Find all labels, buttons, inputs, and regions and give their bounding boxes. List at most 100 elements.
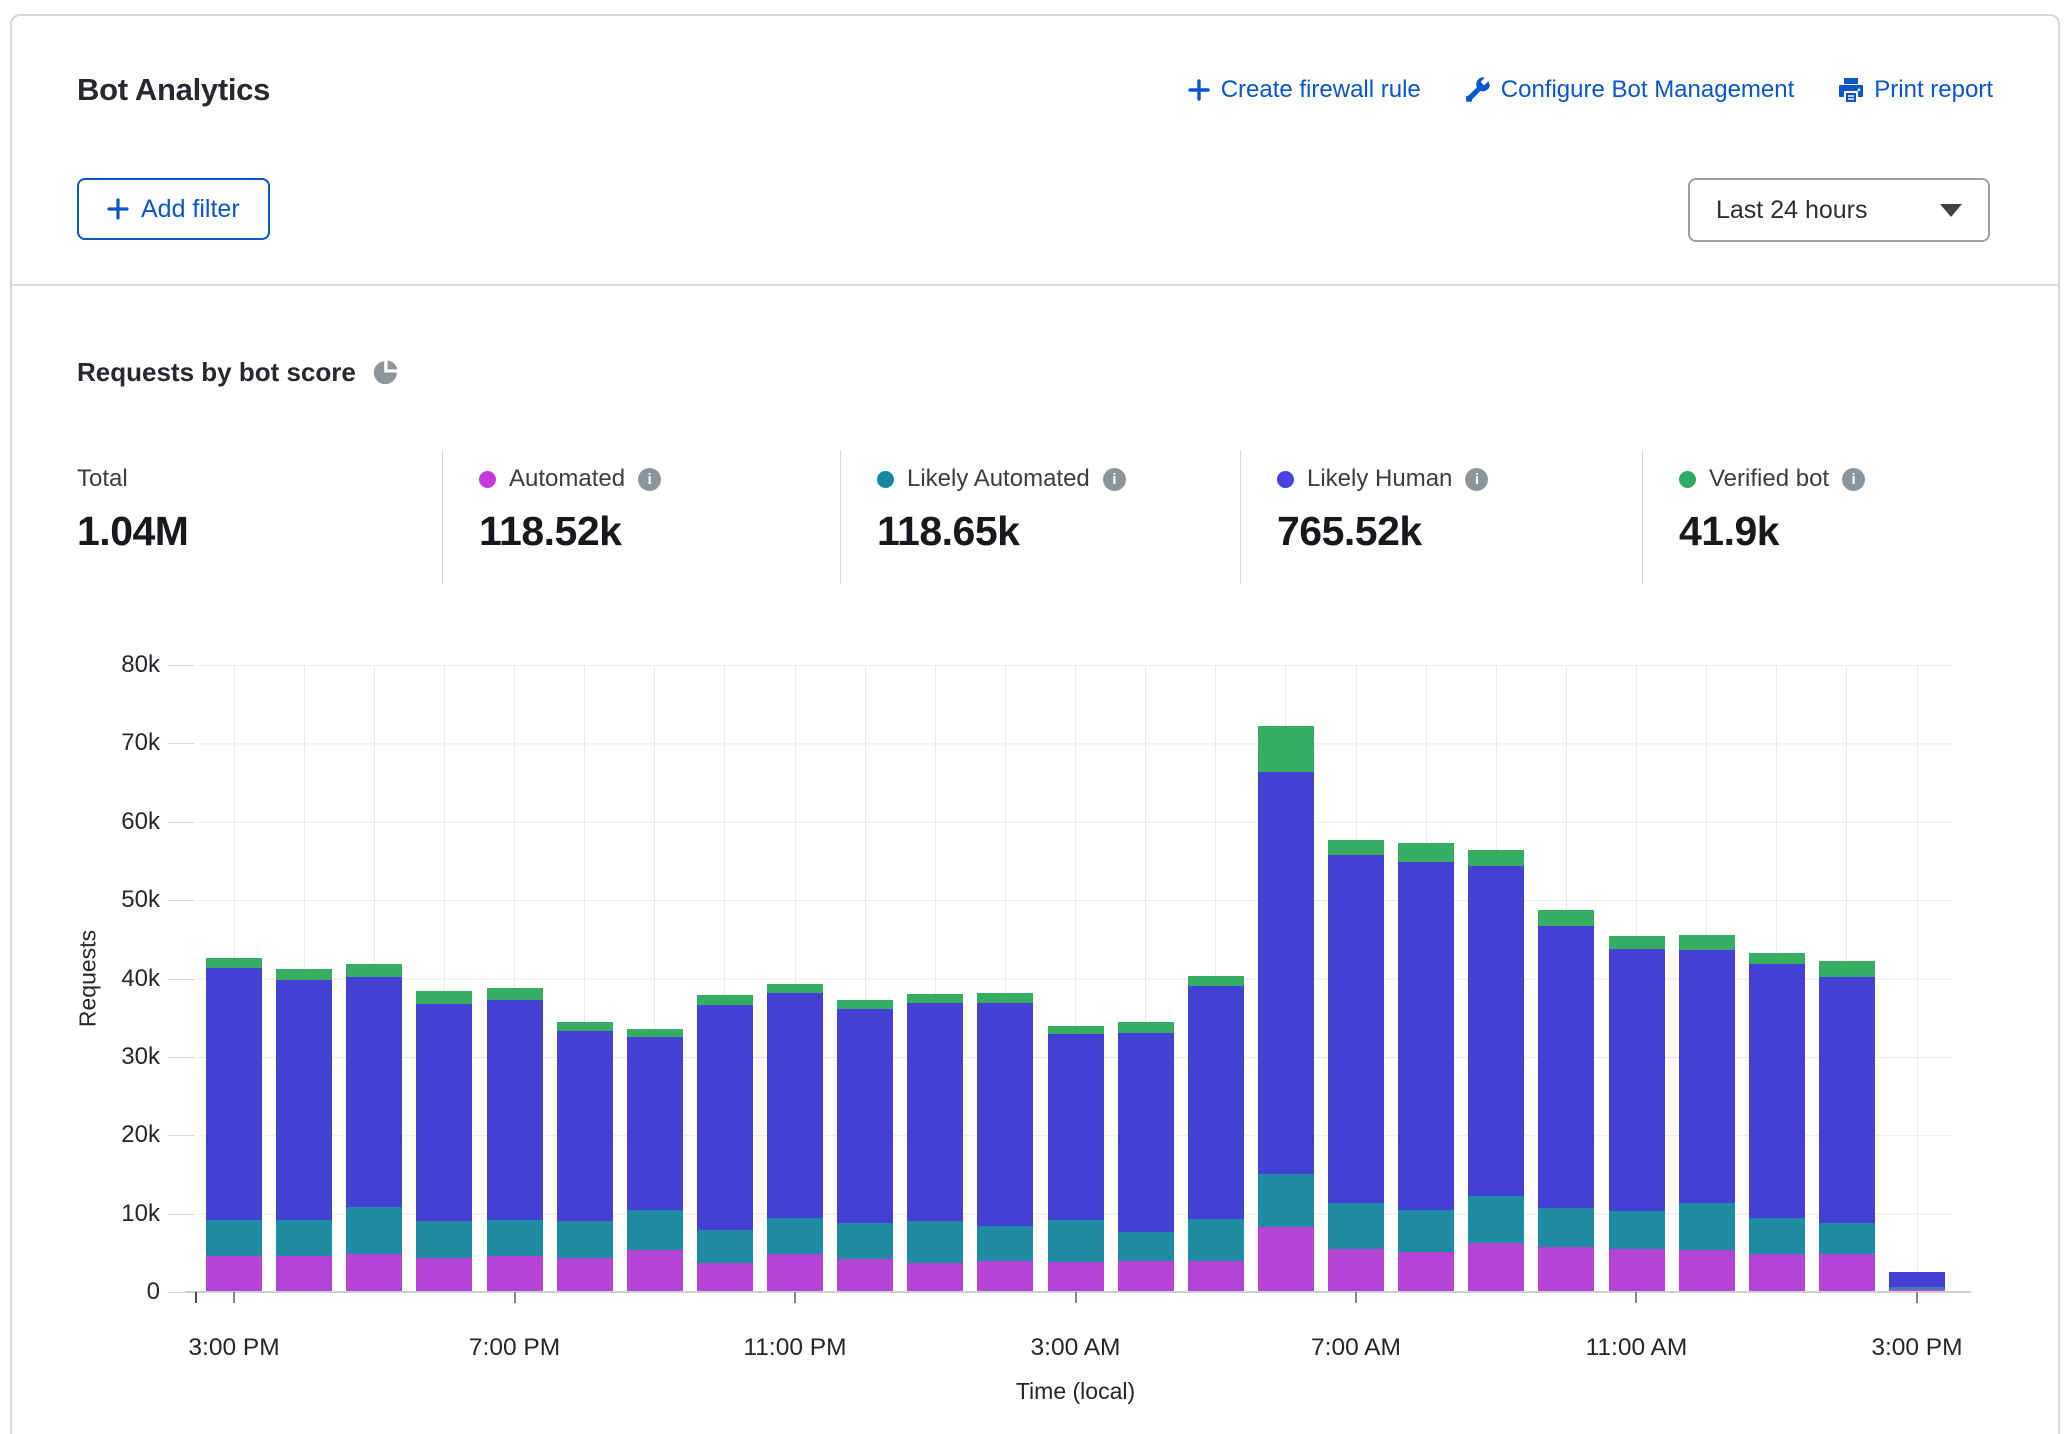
- requests-by-bot-score-chart: [199, 665, 1952, 1292]
- printer-icon: [1838, 77, 1864, 103]
- info-icon[interactable]: i: [1103, 468, 1126, 491]
- segment-likely-automated: [206, 1220, 262, 1256]
- stacked-bar-24[interactable]: [1889, 1272, 1945, 1292]
- stacked-bar-2[interactable]: [346, 964, 402, 1292]
- segment-likely-human: [837, 1009, 893, 1223]
- chevron-down-icon: [1940, 204, 1962, 217]
- stacked-bar-21[interactable]: [1679, 935, 1735, 1292]
- stacked-bar-6[interactable]: [627, 1029, 683, 1292]
- stacked-bar-7[interactable]: [697, 995, 753, 1292]
- segment-likely-automated: [416, 1221, 472, 1258]
- segment-verified-bot: [1188, 976, 1244, 986]
- action-create-firewall-rule[interactable]: Create firewall rule: [1187, 76, 1421, 104]
- stacked-bar-4[interactable]: [487, 988, 543, 1292]
- segment-automated: [1749, 1254, 1805, 1292]
- segment-automated: [276, 1256, 332, 1292]
- x-tick-label: 11:00 AM: [1586, 1334, 1688, 1362]
- segment-verified-bot: [697, 995, 753, 1005]
- segment-verified-bot: [1398, 843, 1454, 862]
- stacked-bar-13[interactable]: [1118, 1022, 1174, 1292]
- segment-automated: [206, 1256, 262, 1292]
- bar-column-9: [830, 665, 900, 1292]
- stacked-bar-16[interactable]: [1328, 840, 1384, 1292]
- segment-automated: [837, 1259, 893, 1292]
- segment-automated: [1679, 1250, 1735, 1292]
- info-icon[interactable]: i: [638, 468, 661, 491]
- bar-column-1: [269, 665, 339, 1292]
- segment-automated: [1118, 1261, 1174, 1292]
- bot-analytics-card: Bot Analytics Create firewall ruleConfig…: [10, 14, 2060, 1434]
- plus-icon: [1187, 78, 1211, 102]
- segment-likely-automated: [1749, 1218, 1805, 1253]
- bar-column-3: [409, 665, 479, 1292]
- segment-automated: [697, 1263, 753, 1292]
- stacked-bar-14[interactable]: [1188, 976, 1244, 1292]
- action-print-report[interactable]: Print report: [1838, 76, 1993, 104]
- wrench-icon: [1465, 77, 1491, 103]
- bar-column-11: [970, 665, 1040, 1292]
- segment-likely-human: [1679, 950, 1735, 1203]
- action-label: Print report: [1874, 76, 1993, 104]
- segment-verified-bot: [1819, 961, 1875, 977]
- stacked-bar-3[interactable]: [416, 991, 472, 1292]
- stacked-bar-17[interactable]: [1398, 843, 1454, 1292]
- segment-likely-human: [1468, 866, 1524, 1196]
- x-tick: [1635, 1292, 1637, 1303]
- bar-column-5: [550, 665, 620, 1292]
- stacked-bar-23[interactable]: [1819, 961, 1875, 1292]
- bar-column-19: [1531, 665, 1601, 1292]
- stacked-bar-10[interactable]: [907, 994, 963, 1292]
- segment-likely-human: [1118, 1033, 1174, 1231]
- action-label: Configure Bot Management: [1501, 76, 1795, 104]
- segment-verified-bot: [1749, 953, 1805, 964]
- segment-verified-bot: [1118, 1022, 1174, 1034]
- stacked-bar-19[interactable]: [1538, 910, 1594, 1292]
- stacked-bar-22[interactable]: [1749, 953, 1805, 1292]
- segment-likely-human: [1328, 855, 1384, 1202]
- stacked-bar-8[interactable]: [767, 984, 823, 1292]
- segment-likely-human: [276, 980, 332, 1220]
- segment-automated: [1328, 1249, 1384, 1292]
- stat-label: Automated: [509, 465, 625, 493]
- segment-likely-automated: [837, 1223, 893, 1259]
- segment-automated: [346, 1254, 402, 1292]
- action-configure-bot-management[interactable]: Configure Bot Management: [1465, 76, 1795, 104]
- bar-column-17: [1391, 665, 1461, 1292]
- segment-automated: [557, 1258, 613, 1292]
- stacked-bar-0[interactable]: [206, 958, 262, 1292]
- stacked-bar-15[interactable]: [1258, 726, 1314, 1292]
- bar-column-21: [1672, 665, 1742, 1292]
- info-icon[interactable]: i: [1465, 468, 1488, 491]
- add-filter-button[interactable]: Add filter: [77, 178, 270, 240]
- y-tick-label: 0: [12, 1278, 160, 1306]
- time-range-dropdown[interactable]: Last 24 hours: [1688, 178, 1990, 242]
- segment-likely-human: [487, 1000, 543, 1220]
- bar-column-12: [1041, 665, 1111, 1292]
- segment-likely-human: [1609, 949, 1665, 1212]
- y-tick-dash: [167, 1214, 195, 1215]
- segment-likely-human: [1188, 986, 1244, 1219]
- segment-likely-automated: [1258, 1174, 1314, 1227]
- segment-verified-bot: [1048, 1026, 1104, 1035]
- stacked-bar-1[interactable]: [276, 969, 332, 1292]
- segment-verified-bot: [346, 964, 402, 977]
- stat-label: Total: [77, 465, 128, 493]
- stacked-bar-9[interactable]: [837, 1000, 893, 1292]
- info-icon[interactable]: i: [1842, 468, 1865, 491]
- segment-likely-human: [416, 1004, 472, 1222]
- segment-verified-bot: [1679, 935, 1735, 951]
- y-axis-title: Requests: [75, 879, 102, 1079]
- stacked-bar-18[interactable]: [1468, 850, 1524, 1292]
- segment-automated: [767, 1254, 823, 1292]
- y-tick-dash: [167, 900, 195, 901]
- y-tick-dash: [167, 665, 195, 666]
- stat-value: 118.65k: [877, 508, 1240, 555]
- x-tick: [1355, 1292, 1357, 1303]
- x-tick-label: 3:00 PM: [1871, 1334, 1962, 1362]
- stacked-bar-5[interactable]: [557, 1022, 613, 1292]
- stat-verified-bot: Verified boti41.9k: [1642, 450, 2062, 584]
- stacked-bar-11[interactable]: [977, 993, 1033, 1292]
- stacked-bar-20[interactable]: [1609, 936, 1665, 1292]
- y-tick-dash: [167, 1057, 195, 1058]
- stacked-bar-12[interactable]: [1048, 1026, 1104, 1292]
